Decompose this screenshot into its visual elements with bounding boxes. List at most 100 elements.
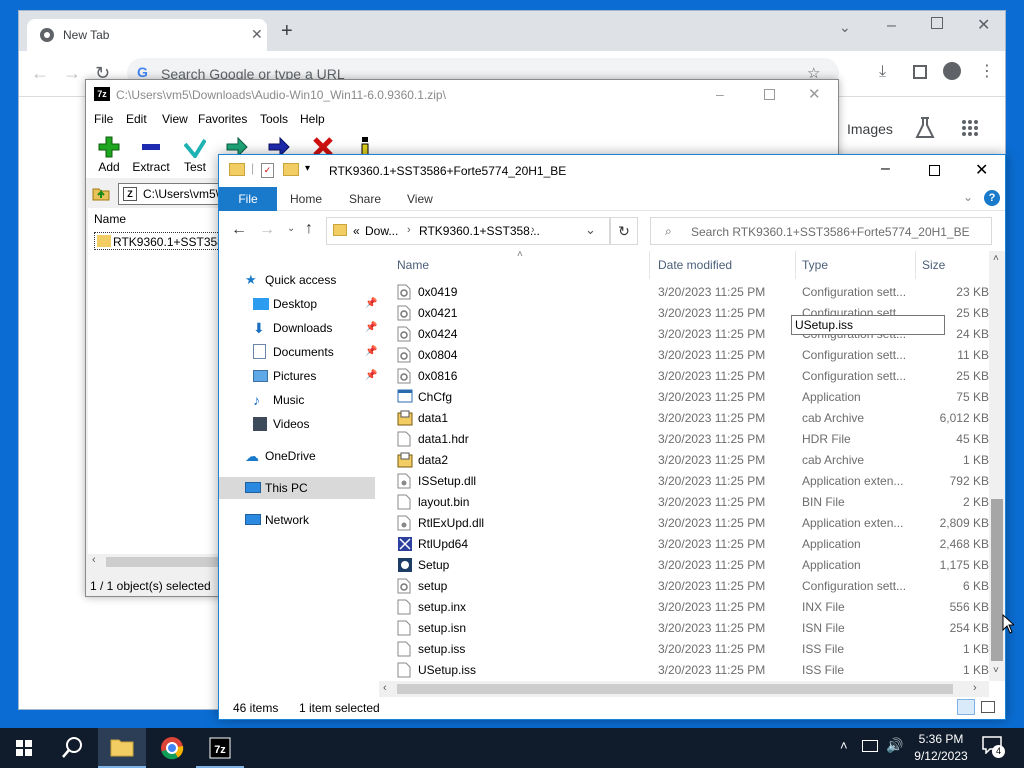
scroll-left-icon[interactable]: ‹: [383, 682, 387, 694]
apps-grid-icon[interactable]: [961, 119, 979, 137]
breadcrumb[interactable]: « Dow... › RTK9360.1+SST358... › ⌄: [326, 217, 610, 245]
search-input[interactable]: ⌕ Search RTK9360.1+SST3586+Forte5774_20H…: [650, 217, 992, 245]
nav-music[interactable]: ♪ Music: [253, 389, 383, 411]
menu-tools[interactable]: Tools: [260, 112, 288, 126]
explorer-minimize-icon[interactable]: –: [881, 160, 890, 178]
back-arrow-icon[interactable]: ←: [231, 221, 247, 239]
7zip-minimize-icon[interactable]: –: [716, 86, 724, 102]
chrome-menu-icon[interactable]: ⋮: [979, 61, 995, 81]
breadcrumb-downloads[interactable]: Dow...: [365, 224, 398, 238]
scroll-right-icon[interactable]: ›: [973, 682, 977, 694]
nav-pictures[interactable]: Pictures 📌: [253, 365, 383, 387]
taskbar-explorer[interactable]: [98, 728, 146, 768]
nav-onedrive[interactable]: ☁ OneDrive: [245, 445, 375, 467]
horizontal-scrollbar[interactable]: ‹ ›: [379, 681, 989, 697]
start-button[interactable]: [0, 728, 48, 768]
nav-network[interactable]: Network: [245, 509, 375, 531]
file-row[interactable]: data2 3/20/2023 11:25 PM cab Archive 1 KB: [385, 449, 991, 470]
column-separator[interactable]: [649, 251, 650, 279]
menu-edit[interactable]: Edit: [126, 112, 147, 126]
column-separator[interactable]: [795, 251, 796, 279]
horizontal-scroll-thumb[interactable]: [397, 684, 953, 694]
7zip-list-item[interactable]: RTK9360.1+SST3586+: [94, 232, 238, 250]
file-row[interactable]: USetup.iss 3/20/2023 11:25 PM ISS File 1 KB: [385, 659, 991, 680]
images-link[interactable]: Images: [847, 121, 893, 137]
file-row[interactable]: setup.inx 3/20/2023 11:25 PM INX File 556 K…: [385, 596, 991, 617]
up-folder-icon[interactable]: [92, 185, 110, 201]
explorer-maximize-icon[interactable]: [929, 165, 940, 176]
file-row[interactable]: data1 3/20/2023 11:25 PM cab Archive 6,012 …: [385, 407, 991, 428]
file-row[interactable]: layout.bin 3/20/2023 11:25 PM BIN File 2 KB: [385, 491, 991, 512]
file-row[interactable]: 0x0816 3/20/2023 11:25 PM Configuration se…: [385, 365, 991, 386]
column-size[interactable]: Size: [922, 258, 945, 272]
file-row[interactable]: RtlExUpd.dll 3/20/2023 11:25 PM Applicatio…: [385, 512, 991, 533]
column-type[interactable]: Type: [802, 258, 828, 272]
breadcrumb-current[interactable]: RTK9360.1+SST358...: [419, 224, 540, 238]
ribbon-tab-share[interactable]: Share: [349, 192, 381, 206]
taskbar-chrome[interactable]: [148, 728, 196, 768]
menu-help[interactable]: Help: [300, 112, 325, 126]
file-row[interactable]: Setup 3/20/2023 11:25 PM Application 1,175 …: [385, 554, 991, 575]
forward-arrow-icon[interactable]: →: [259, 221, 275, 239]
file-row[interactable]: setup.isn 3/20/2023 11:25 PM ISN File 254 K…: [385, 617, 991, 638]
file-row[interactable]: setup 3/20/2023 11:25 PM Configuration set…: [385, 575, 991, 596]
chrome-tab[interactable]: New Tab ✕: [27, 19, 267, 51]
vertical-scroll-thumb[interactable]: [991, 499, 1003, 661]
7zip-hscrollbar[interactable]: ‹: [88, 554, 228, 570]
nav-downloads[interactable]: ⬇ Downloads 📌: [253, 317, 383, 339]
tab-search-chevron-icon[interactable]: ⌄: [839, 19, 851, 36]
taskbar-search-button[interactable]: [48, 728, 96, 768]
nav-documents[interactable]: Documents 📌: [253, 341, 383, 363]
scroll-left-icon[interactable]: ‹: [92, 554, 96, 566]
file-row[interactable]: data1.hdr 3/20/2023 11:25 PM HDR File 45 KB: [385, 428, 991, 449]
taskbar-7zip[interactable]: 7z: [196, 728, 244, 768]
7zip-close-icon[interactable]: ✕: [808, 85, 821, 103]
details-view-icon[interactable]: [957, 699, 975, 715]
download-icon[interactable]: ⤓: [879, 63, 886, 81]
file-row[interactable]: ChCfg 3/20/2023 11:25 PM Application 75 KB: [385, 386, 991, 407]
ribbon-expand-chevron-icon[interactable]: ⌄: [963, 190, 973, 204]
test-button[interactable]: Test: [172, 132, 218, 176]
large-icons-view-icon[interactable]: [981, 701, 995, 713]
help-icon[interactable]: ?: [984, 190, 1000, 206]
address-dropdown-icon[interactable]: ⌄: [585, 222, 596, 238]
recent-locations-icon[interactable]: ⌄: [287, 223, 295, 234]
file-row[interactable]: setup.iss 3/20/2023 11:25 PM ISS File 1 KB: [385, 638, 991, 659]
7zip-maximize-icon[interactable]: [764, 89, 775, 100]
menu-file[interactable]: File: [94, 112, 113, 126]
close-tab-icon[interactable]: ✕: [251, 26, 263, 43]
breadcrumb-overflow[interactable]: «: [353, 224, 360, 238]
properties-icon[interactable]: ✓: [261, 163, 274, 178]
clock-time[interactable]: 5:36 PM: [914, 732, 968, 746]
chrome-close-icon[interactable]: ✕: [977, 15, 990, 35]
action-center-button[interactable]: 4: [982, 736, 1006, 758]
nav-videos[interactable]: Videos: [253, 413, 383, 435]
show-hidden-icons-icon[interactable]: ˄: [840, 738, 848, 753]
explorer-close-icon[interactable]: ✕: [975, 160, 988, 180]
scroll-up-icon[interactable]: ˄: [993, 253, 999, 264]
side-panel-icon[interactable]: [913, 65, 927, 79]
file-row[interactable]: 0x0419 3/20/2023 11:25 PM Configuration se…: [385, 281, 991, 302]
scroll-down-icon[interactable]: ˅: [993, 665, 999, 676]
nav-quick-access[interactable]: ★ Quick access: [245, 269, 375, 291]
clock-date[interactable]: 9/12/2023: [910, 749, 972, 763]
nav-desktop[interactable]: Desktop 📌: [253, 293, 383, 315]
new-folder-icon[interactable]: [283, 163, 299, 176]
labs-flask-icon[interactable]: [915, 117, 935, 139]
refresh-button[interactable]: ↻: [610, 217, 638, 245]
column-name[interactable]: Name: [397, 258, 429, 272]
chrome-maximize-icon[interactable]: [931, 17, 943, 29]
nav-this-pc[interactable]: This PC: [245, 477, 375, 499]
add-button[interactable]: Add: [86, 132, 132, 176]
ribbon-tab-view[interactable]: View: [407, 192, 433, 206]
chrome-minimize-icon[interactable]: –: [887, 17, 896, 35]
file-row[interactable]: RtlUpd64 3/20/2023 11:25 PM Application 2,4…: [385, 533, 991, 554]
file-row[interactable]: ISSetup.dll 3/20/2023 11:25 PM Application…: [385, 470, 991, 491]
file-row[interactable]: 0x0804 3/20/2023 11:25 PM Configuration se…: [385, 344, 991, 365]
ribbon-tab-file[interactable]: File: [219, 187, 277, 211]
column-date[interactable]: Date modified: [658, 258, 732, 272]
extract-button[interactable]: Extract: [128, 132, 174, 176]
7zip-scroll-thumb[interactable]: [106, 557, 226, 567]
menu-favorites[interactable]: Favorites: [198, 112, 247, 126]
up-arrow-icon[interactable]: ↑: [305, 220, 313, 238]
